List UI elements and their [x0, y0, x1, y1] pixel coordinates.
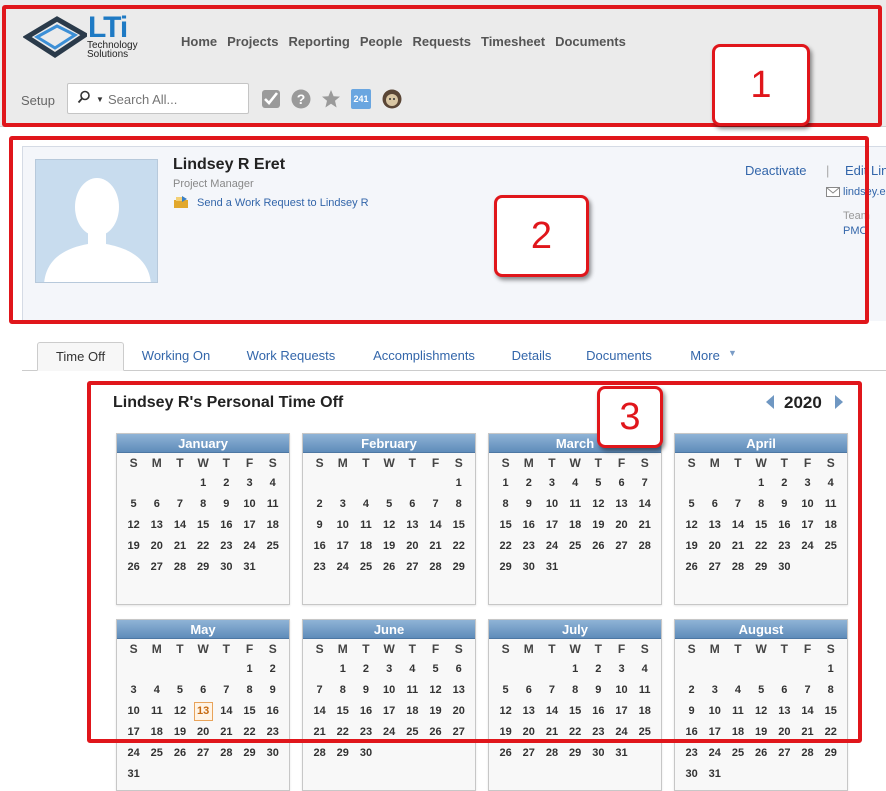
day-cell[interactable]: 31	[703, 764, 726, 785]
day-cell[interactable]: 30	[680, 764, 703, 785]
day-cell[interactable]: 24	[122, 743, 145, 764]
day-cell[interactable]: 29	[564, 743, 587, 764]
day-cell[interactable]: 30	[587, 743, 610, 764]
day-cell[interactable]: 27	[517, 743, 540, 764]
day-cell[interactable]: 27	[192, 743, 215, 764]
annotation-frame-3	[87, 381, 862, 743]
day-cell[interactable]: 28	[540, 743, 563, 764]
day-cell[interactable]: 27	[773, 743, 796, 764]
day-cell[interactable]: 28	[796, 743, 819, 764]
day-cell[interactable]: 29	[238, 743, 261, 764]
day-cell[interactable]: 26	[168, 743, 191, 764]
annotation-frame-2	[9, 136, 869, 324]
tab-accomplishments[interactable]: Accomplishments	[362, 342, 486, 371]
day-cell[interactable]: 29	[331, 743, 354, 764]
tab-time-off[interactable]: Time Off	[37, 342, 124, 371]
day-cell[interactable]: 24	[703, 743, 726, 764]
day-cell[interactable]: 26	[750, 743, 773, 764]
tab-documents[interactable]: Documents	[578, 342, 660, 371]
more-dropdown-icon[interactable]: ▼	[728, 348, 737, 358]
day-cell[interactable]: 31	[610, 743, 633, 764]
day-cell[interactable]: 30	[354, 743, 377, 764]
day-cell[interactable]: 23	[680, 743, 703, 764]
annotation-label-3: 3	[597, 386, 663, 448]
tab-details[interactable]: Details	[502, 342, 561, 371]
annotation-label-2: 2	[494, 195, 589, 277]
day-cell[interactable]: 28	[215, 743, 238, 764]
profile-tabs: Time Off Working On Work Requests Accomp…	[22, 342, 886, 371]
day-cell[interactable]: 25	[145, 743, 168, 764]
day-cell[interactable]: 25	[726, 743, 749, 764]
tab-working-on[interactable]: Working On	[130, 342, 222, 371]
day-cell[interactable]: 31	[122, 764, 145, 785]
day-cell[interactable]: 30	[261, 743, 284, 764]
day-cell[interactable]: 29	[819, 743, 842, 764]
day-cell[interactable]: 28	[308, 743, 331, 764]
tab-work-requests[interactable]: Work Requests	[235, 342, 347, 371]
annotation-label-1: 1	[712, 44, 810, 126]
day-cell[interactable]: 26	[494, 743, 517, 764]
tab-more[interactable]: More	[686, 342, 724, 371]
